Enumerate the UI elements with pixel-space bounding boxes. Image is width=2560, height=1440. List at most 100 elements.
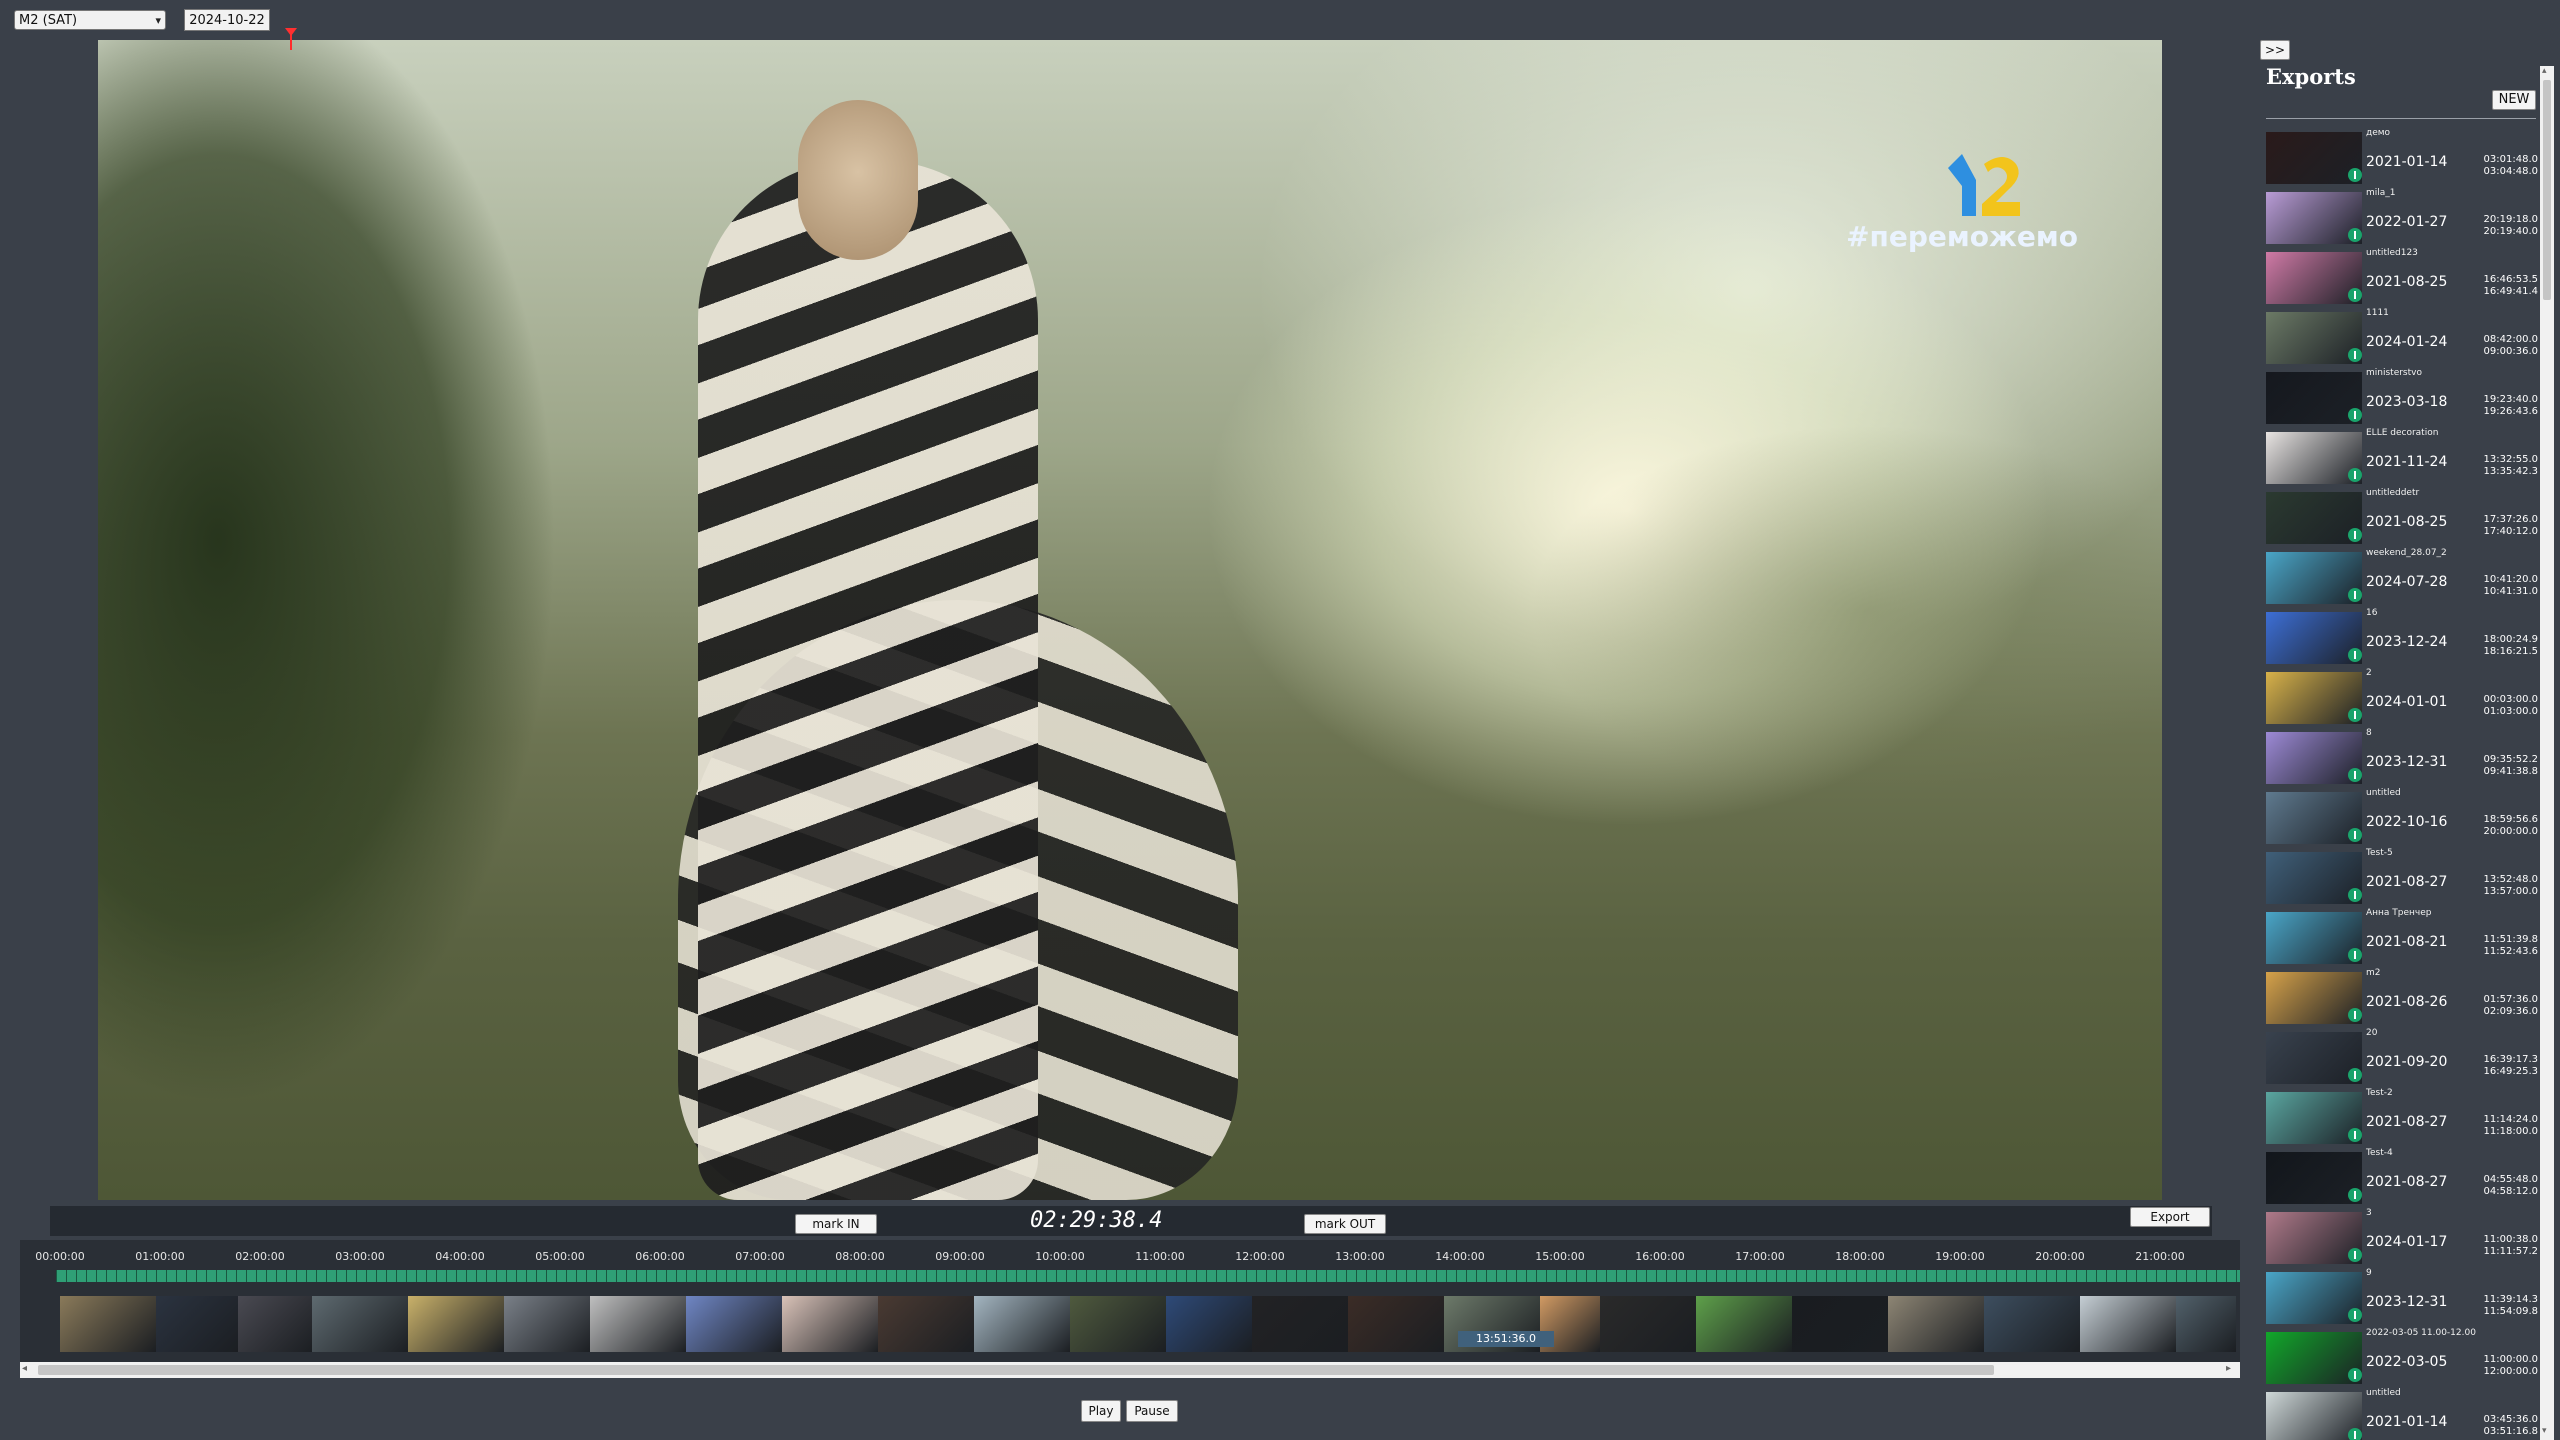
download-icon[interactable]	[2348, 1008, 2362, 1022]
export-title: mila_1	[2366, 188, 2396, 198]
timeline-thumbnail[interactable]	[2176, 1296, 2236, 1352]
download-icon[interactable]	[2348, 828, 2362, 842]
export-list-item[interactable]: Test-4 2021-08-27 04:55:48.0 04:58:12.0	[2262, 1144, 2540, 1204]
timeline-thumbnail[interactable]	[408, 1296, 504, 1352]
export-title: 8	[2366, 728, 2372, 738]
export-list-item[interactable]: mila_1 2022-01-27 20:19:18.0 20:19:40.0	[2262, 184, 2540, 244]
export-button[interactable]: Export	[2130, 1207, 2210, 1227]
timeline-thumbnail[interactable]	[504, 1296, 590, 1352]
timeline-thumbnail[interactable]	[1252, 1296, 1348, 1352]
download-icon[interactable]	[2348, 948, 2362, 962]
export-title: демо	[2366, 128, 2391, 138]
timeline-thumbnail[interactable]	[590, 1296, 686, 1352]
export-date: 2022-01-27	[2366, 214, 2448, 230]
timeline-thumbnail[interactable]	[1984, 1296, 2080, 1352]
export-list-item[interactable]: 16 2023-12-24 18:00:24.9 18:16:21.5	[2262, 604, 2540, 664]
timeline-scrollbar-thumb[interactable]	[38, 1365, 1994, 1375]
download-icon[interactable]	[2348, 168, 2362, 182]
timeline-thumbnail[interactable]	[156, 1296, 238, 1352]
play-button[interactable]: Play	[1081, 1400, 1121, 1422]
timeline-thumbnail[interactable]	[1070, 1296, 1166, 1352]
export-list-item[interactable]: 2 2024-01-01 00:03:00.0 01:03:00.0	[2262, 664, 2540, 724]
mark-in-button[interactable]: mark IN	[795, 1214, 877, 1234]
export-list-item[interactable]: untitled 2021-01-14 03:45:36.0 03:51:16.8	[2262, 1384, 2540, 1440]
video-player[interactable]: #переможемо	[98, 40, 2162, 1200]
timeline-tick-label: 16:00:00	[1635, 1250, 1685, 1263]
download-icon[interactable]	[2348, 1428, 2362, 1440]
download-icon[interactable]	[2348, 1248, 2362, 1262]
mark-out-button[interactable]: mark OUT	[1304, 1214, 1386, 1234]
channel-select[interactable]: M2 (SAT) ▾	[14, 10, 166, 30]
export-start-time: 17:37:26.0	[2483, 514, 2538, 525]
scroll-left-icon[interactable]: ◂	[22, 1363, 27, 1374]
export-date: 2021-08-27	[2366, 1114, 2448, 1130]
export-date: 2023-12-31	[2366, 754, 2448, 770]
timeline-thumbnail[interactable]	[1348, 1296, 1444, 1352]
timeline-thumbnail[interactable]	[1888, 1296, 1984, 1352]
download-icon[interactable]	[2348, 228, 2362, 242]
export-end-time: 03:04:48.0	[2483, 166, 2538, 177]
timeline-thumbnail[interactable]	[974, 1296, 1070, 1352]
timeline-thumbnail[interactable]	[1600, 1296, 1696, 1352]
timeline-thumbnail[interactable]	[238, 1296, 312, 1352]
export-list-item[interactable]: untitleddetr 2021-08-25 17:37:26.0 17:40:12…	[2262, 484, 2540, 544]
download-icon[interactable]	[2348, 468, 2362, 482]
download-icon[interactable]	[2348, 1128, 2362, 1142]
timeline-thumbnail[interactable]	[686, 1296, 782, 1352]
download-icon[interactable]	[2348, 1068, 2362, 1082]
export-list-item[interactable]: 2022-03-05 11.00-12.00 2022-03-05 11:00:00…	[2262, 1324, 2540, 1384]
scroll-down-icon[interactable]: ▾	[2542, 1426, 2547, 1436]
timeline-thumbnail[interactable]	[782, 1296, 878, 1352]
download-icon[interactable]	[2348, 528, 2362, 542]
download-icon[interactable]	[2348, 888, 2362, 902]
date-input[interactable]: 2024-10-22	[184, 9, 270, 31]
playhead-handle-icon[interactable]	[285, 28, 297, 36]
download-icon[interactable]	[2348, 348, 2362, 362]
export-list-item[interactable]: Test-5 2021-08-27 13:52:48.0 13:57:00.0	[2262, 844, 2540, 904]
export-title: 9	[2366, 1268, 2372, 1278]
export-list-item[interactable]: Test-2 2021-08-27 11:14:24.0 11:18:00.0	[2262, 1084, 2540, 1144]
timeline-thumbnail[interactable]	[1166, 1296, 1252, 1352]
timeline-thumbnails[interactable]	[60, 1296, 2240, 1352]
timeline-thumbnail[interactable]	[60, 1296, 156, 1352]
download-icon[interactable]	[2348, 708, 2362, 722]
timeline-thumbnail[interactable]	[2080, 1296, 2176, 1352]
export-list-item[interactable]: ELLE decoration 2021-11-24 13:32:55.0 13:35…	[2262, 424, 2540, 484]
export-list-item[interactable]: 1111 2024-01-24 08:42:00.0 09:00:36.0	[2262, 304, 2540, 364]
scroll-right-icon[interactable]: ▸	[2226, 1363, 2231, 1374]
export-list-item[interactable]: 9 2023-12-31 11:39:14.3 11:54:09.8	[2262, 1264, 2540, 1324]
export-list-item[interactable]: 20 2021-09-20 16:39:17.3 16:49:25.3	[2262, 1024, 2540, 1084]
timeline-ruler[interactable]	[56, 1270, 2240, 1282]
download-icon[interactable]	[2348, 768, 2362, 782]
timeline-thumbnail[interactable]	[1696, 1296, 1792, 1352]
export-list-item[interactable]: Анна Тренчер 2021-08-21 11:51:39.8 11:52:43…	[2262, 904, 2540, 964]
timeline-tick-label: 13:00:00	[1335, 1250, 1385, 1263]
export-list-item[interactable]: untitled123 2021-08-25 16:46:53.5 16:49:41.…	[2262, 244, 2540, 304]
download-icon[interactable]	[2348, 288, 2362, 302]
download-icon[interactable]	[2348, 1188, 2362, 1202]
export-date: 2021-08-27	[2366, 1174, 2448, 1190]
download-icon[interactable]	[2348, 408, 2362, 422]
sidebar-toggle-button[interactable]: >>	[2260, 40, 2290, 60]
download-icon[interactable]	[2348, 648, 2362, 662]
timeline[interactable]: 00:00:00 01:00:00 02:00:00 03:00:00 04:00:00…	[20, 1240, 2240, 1372]
pause-button[interactable]: Pause	[1126, 1400, 1178, 1422]
scroll-up-icon[interactable]: ▴	[2542, 66, 2547, 76]
timeline-thumbnail[interactable]	[1792, 1296, 1888, 1352]
export-list-item[interactable]: weekend_28.07_2 2024-07-28 10:41:20.0 10:41…	[2262, 544, 2540, 604]
export-list-item[interactable]: ministerstvo 2023-03-18 19:23:40.0 19:26:43…	[2262, 364, 2540, 424]
export-title: Test-2	[2366, 1088, 2393, 1098]
export-list-item[interactable]: untitled 2022-10-16 18:59:56.6 20:00:00.0	[2262, 784, 2540, 844]
download-icon[interactable]	[2348, 588, 2362, 602]
exports-scrollbar-thumb[interactable]	[2543, 80, 2551, 300]
timeline-thumbnail[interactable]	[878, 1296, 974, 1352]
export-list-item[interactable]: 3 2024-01-17 11:00:38.0 11:11:57.2	[2262, 1204, 2540, 1264]
timeline-thumbnail[interactable]	[312, 1296, 408, 1352]
export-list-item[interactable]: демо 2021-01-14 03:01:48.0 03:04:48.0	[2262, 124, 2540, 184]
export-list-item[interactable]: 8 2023-12-31 09:35:52.2 09:41:38.8	[2262, 724, 2540, 784]
new-export-button[interactable]: NEW	[2492, 90, 2536, 110]
export-end-time: 09:41:38.8	[2483, 766, 2538, 777]
download-icon[interactable]	[2348, 1368, 2362, 1382]
download-icon[interactable]	[2348, 1308, 2362, 1322]
export-list-item[interactable]: m2 2021-08-26 01:57:36.0 02:09:36.0	[2262, 964, 2540, 1024]
